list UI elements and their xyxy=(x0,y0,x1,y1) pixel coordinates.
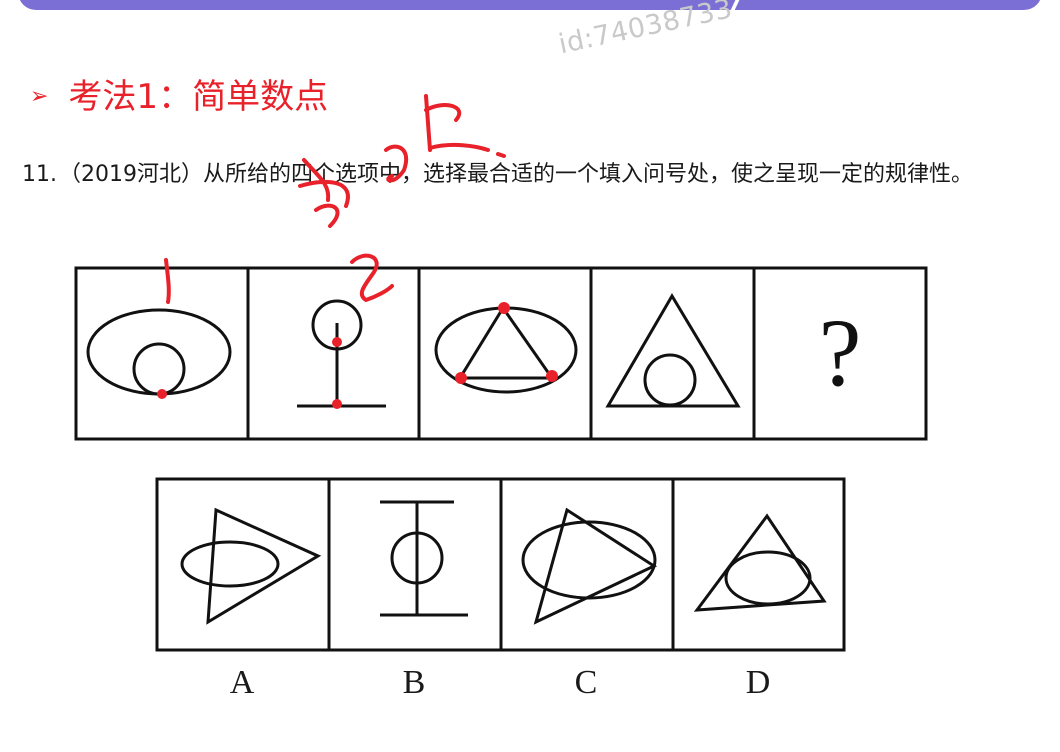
handwritten-annotations xyxy=(157,94,558,409)
sequence-frame xyxy=(74,266,928,441)
question-mark: ? xyxy=(819,299,862,406)
sequence-row xyxy=(74,266,928,441)
sequence-figure-1 xyxy=(86,308,232,396)
option-label-a[interactable]: A xyxy=(222,664,262,702)
option-figure-d xyxy=(693,513,827,612)
option-figure-c xyxy=(521,507,658,625)
option-label-c[interactable]: C xyxy=(566,664,606,702)
option-label-b[interactable]: B xyxy=(394,664,434,702)
option-figure-b xyxy=(380,500,468,617)
sequence-figure-4 xyxy=(605,293,741,408)
option-label-d[interactable]: D xyxy=(738,664,778,702)
figure-panels: ? xyxy=(74,94,928,652)
sequence-figure-2 xyxy=(297,299,386,408)
option-figure-a xyxy=(180,507,322,625)
options-row xyxy=(155,477,846,652)
